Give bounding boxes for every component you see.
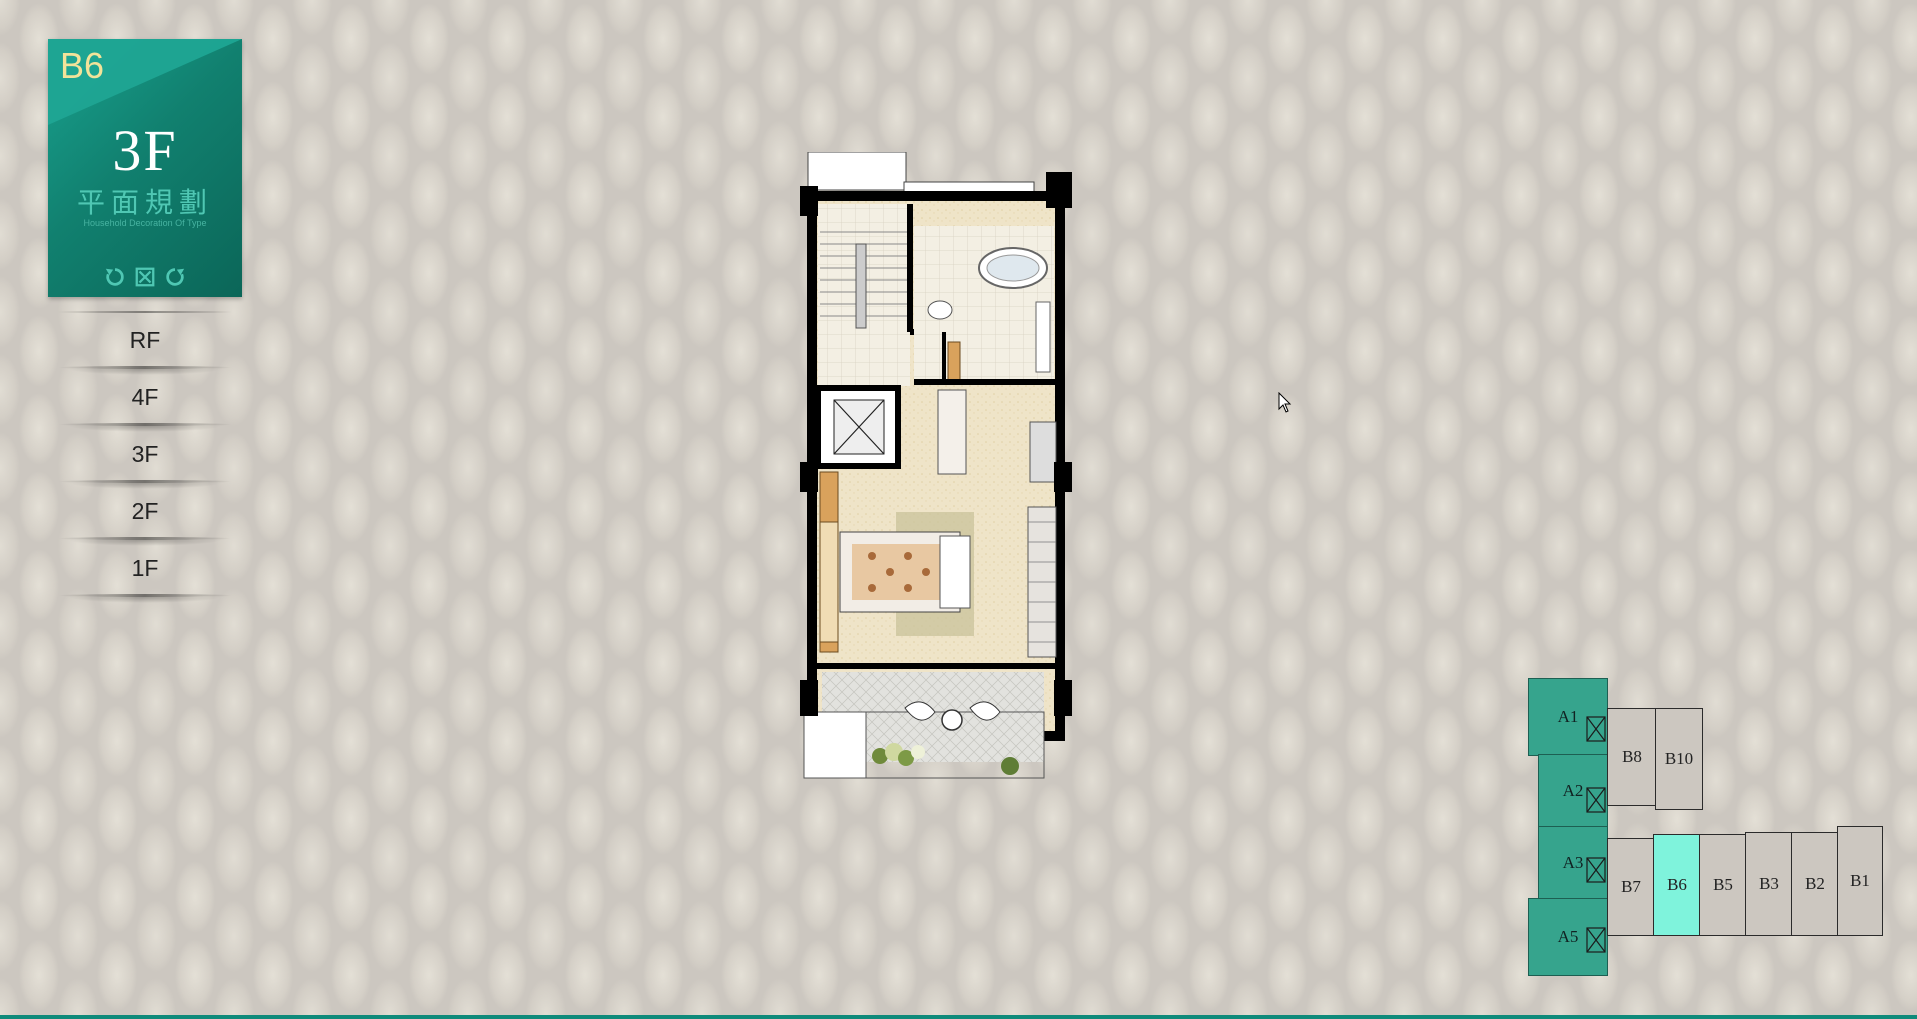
unit-b5-label: B5 xyxy=(1713,875,1733,894)
unit-b3[interactable]: B3 xyxy=(1745,832,1793,936)
rotate-left-icon[interactable] xyxy=(103,265,127,289)
bottom-accent-bar xyxy=(0,1015,1917,1019)
unit-b10[interactable]: B10 xyxy=(1655,708,1703,810)
unit-b1-label: B1 xyxy=(1850,871,1870,890)
unit-b1[interactable]: B1 xyxy=(1837,826,1883,936)
unit-b2[interactable]: B2 xyxy=(1791,832,1839,936)
elevator-marks-icon xyxy=(1586,716,1606,953)
unit-b8[interactable]: B8 xyxy=(1607,708,1657,806)
plan-title: 平面規劃 xyxy=(76,187,213,218)
unit-info-panel: B6 3F 平面規劃 Household Decoration Of Type xyxy=(48,39,242,297)
unit-a5-label: A5 xyxy=(1557,927,1579,946)
plan-toolbar xyxy=(48,265,242,289)
rotate-right-icon[interactable] xyxy=(163,265,187,289)
unit-b7[interactable]: B7 xyxy=(1607,838,1655,936)
unit-b8-label: B8 xyxy=(1622,747,1642,766)
unit-b7-label: B7 xyxy=(1621,877,1641,896)
unit-b6[interactable]: B6 xyxy=(1653,834,1701,936)
unit-b3-label: B3 xyxy=(1759,874,1779,893)
floor-item-3f[interactable]: 3F xyxy=(48,426,242,489)
floor-item-2f[interactable]: 2F xyxy=(48,483,242,546)
site-map: A1 A2 A3 A5 B8 B10 B7 B6 B5 B3 B2 B1 xyxy=(1524,676,1886,978)
plan-subtitle: Household Decoration Of Type xyxy=(83,218,207,228)
floor-item-1f[interactable]: 1F xyxy=(48,540,242,603)
floor-plan-image xyxy=(800,152,1072,779)
mouse-cursor-icon xyxy=(1278,392,1292,413)
unit-a2-label: A2 xyxy=(1562,781,1584,800)
unit-b6-label: B6 xyxy=(1667,875,1687,894)
unit-b2-label: B2 xyxy=(1805,874,1825,893)
floor-item-rf[interactable]: RF xyxy=(48,312,242,375)
unit-a1-label: A1 xyxy=(1557,707,1579,726)
floor-title: 3F xyxy=(112,118,178,183)
floor-item-4f[interactable]: 4F xyxy=(48,369,242,432)
floor-list: RF 4F 3F 2F 1F xyxy=(48,312,242,603)
unit-code: B6 xyxy=(60,45,105,86)
unit-b5[interactable]: B5 xyxy=(1699,834,1747,936)
unit-b10-label: B10 xyxy=(1664,749,1694,768)
fullscreen-icon[interactable] xyxy=(133,265,157,289)
unit-a3-label: A3 xyxy=(1562,853,1584,872)
